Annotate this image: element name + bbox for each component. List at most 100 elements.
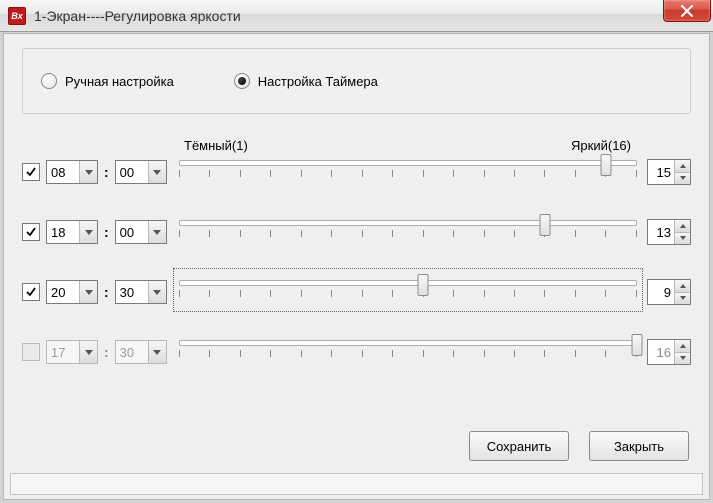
action-bar: Сохранить Закрыть <box>469 431 689 461</box>
radio-manual[interactable]: Ручная настройка <box>41 73 174 89</box>
check-icon <box>25 166 37 178</box>
chevron-down-icon <box>153 230 161 235</box>
save-button[interactable]: Сохранить <box>469 431 569 461</box>
slider-track <box>179 280 637 286</box>
hour-value: 17 <box>47 341 79 363</box>
close-icon <box>680 5 694 17</box>
brightness-slider[interactable] <box>179 154 637 190</box>
hour-select[interactable]: 20 <box>46 280 98 304</box>
chevron-down-icon <box>153 170 161 175</box>
chevron-down-icon <box>85 290 93 295</box>
brightness-slider[interactable] <box>179 274 637 310</box>
time-colon: : <box>104 164 109 180</box>
radio-icon <box>41 73 57 89</box>
app-icon: Bx <box>8 7 26 25</box>
app-icon-text: Bx <box>11 11 23 21</box>
spin-up-button[interactable] <box>674 220 690 232</box>
brightness-spinner[interactable]: 16 <box>647 339 691 365</box>
row-enable-checkbox[interactable] <box>22 223 40 241</box>
slider-thumb[interactable] <box>418 274 429 296</box>
spin-down-button[interactable] <box>674 352 690 365</box>
spin-down-button[interactable] <box>674 172 690 185</box>
minute-value: 30 <box>116 341 148 363</box>
slider-ticks <box>179 350 637 360</box>
hour-select: 17 <box>46 340 98 364</box>
brightness-spinner[interactable]: 9 <box>647 279 691 305</box>
row-enable-checkbox[interactable] <box>22 283 40 301</box>
slider-track <box>179 340 637 346</box>
spin-up-button[interactable] <box>674 280 690 292</box>
chevron-up-icon <box>680 284 686 288</box>
time-colon: : <box>104 344 109 360</box>
hour-value: 20 <box>47 281 79 303</box>
radio-manual-label: Ручная настройка <box>65 74 174 89</box>
chevron-down-icon <box>153 350 161 355</box>
schedule-rows: 08:001518:001320:30917:3016 <box>22 158 691 366</box>
chevron-up-icon <box>680 224 686 228</box>
minute-value: 00 <box>116 161 148 183</box>
chevron-down-icon <box>680 236 686 240</box>
brightness-spinner[interactable]: 15 <box>647 159 691 185</box>
spin-up-button[interactable] <box>674 160 690 172</box>
slider-thumb <box>632 334 643 356</box>
dropdown-button[interactable] <box>148 161 166 183</box>
dropdown-button[interactable] <box>79 221 97 243</box>
dropdown-button <box>148 341 166 363</box>
check-icon <box>25 226 37 238</box>
time-colon: : <box>104 224 109 240</box>
check-icon <box>25 286 37 298</box>
spin-down-button[interactable] <box>674 292 690 305</box>
hour-select[interactable]: 08 <box>46 160 98 184</box>
close-button[interactable]: Закрыть <box>589 431 689 461</box>
radio-timer[interactable]: Настройка Таймера <box>234 73 378 89</box>
radio-icon <box>234 73 250 89</box>
scale-dark-label: Тёмный(1) <box>184 138 248 153</box>
dropdown-button <box>79 341 97 363</box>
brightness-slider[interactable] <box>179 214 637 250</box>
hour-value: 18 <box>47 221 79 243</box>
hour-value: 08 <box>47 161 79 183</box>
chevron-down-icon <box>85 350 93 355</box>
brightness-value: 13 <box>648 220 674 244</box>
minute-select[interactable]: 00 <box>115 160 167 184</box>
slider-track <box>179 220 637 226</box>
brightness-value: 15 <box>648 160 674 184</box>
row-enable-checkbox[interactable] <box>22 163 40 181</box>
chevron-down-icon <box>85 230 93 235</box>
slider-thumb[interactable] <box>601 154 612 176</box>
radio-timer-label: Настройка Таймера <box>258 74 378 89</box>
chevron-down-icon <box>680 356 686 360</box>
brightness-slider <box>179 334 637 370</box>
scale-bright-label: Яркий(16) <box>571 138 631 153</box>
minute-value: 00 <box>116 221 148 243</box>
dropdown-button[interactable] <box>79 161 97 183</box>
schedule-row: 20:30 9 <box>22 278 691 306</box>
chevron-down-icon <box>153 290 161 295</box>
dropdown-button[interactable] <box>148 281 166 303</box>
chevron-down-icon <box>680 296 686 300</box>
spin-up-button[interactable] <box>674 340 690 352</box>
dropdown-button[interactable] <box>148 221 166 243</box>
schedule-row: 08:00 15 <box>22 158 691 186</box>
brightness-spinner[interactable]: 13 <box>647 219 691 245</box>
schedule-row: 18:00 13 <box>22 218 691 246</box>
slider-ticks <box>179 170 637 180</box>
slider-ticks <box>179 290 637 300</box>
spin-down-button[interactable] <box>674 232 690 245</box>
schedule-row: 17:30 16 <box>22 338 691 366</box>
minute-select[interactable]: 00 <box>115 220 167 244</box>
chevron-up-icon <box>680 344 686 348</box>
row-enable-checkbox[interactable] <box>22 343 40 361</box>
brightness-value: 16 <box>648 340 674 364</box>
chevron-down-icon <box>680 176 686 180</box>
brightness-value: 9 <box>648 280 674 304</box>
slider-thumb[interactable] <box>540 214 551 236</box>
minute-select[interactable]: 30 <box>115 280 167 304</box>
window-close-button[interactable] <box>663 0 711 22</box>
hour-select[interactable]: 18 <box>46 220 98 244</box>
dropdown-button[interactable] <box>79 281 97 303</box>
client-area: Ручная настройка Настройка Таймера Тёмны… <box>3 33 710 500</box>
title-bar: Bx 1-Экран----Регулировка яркости <box>0 0 713 32</box>
time-colon: : <box>104 284 109 300</box>
minute-value: 30 <box>116 281 148 303</box>
